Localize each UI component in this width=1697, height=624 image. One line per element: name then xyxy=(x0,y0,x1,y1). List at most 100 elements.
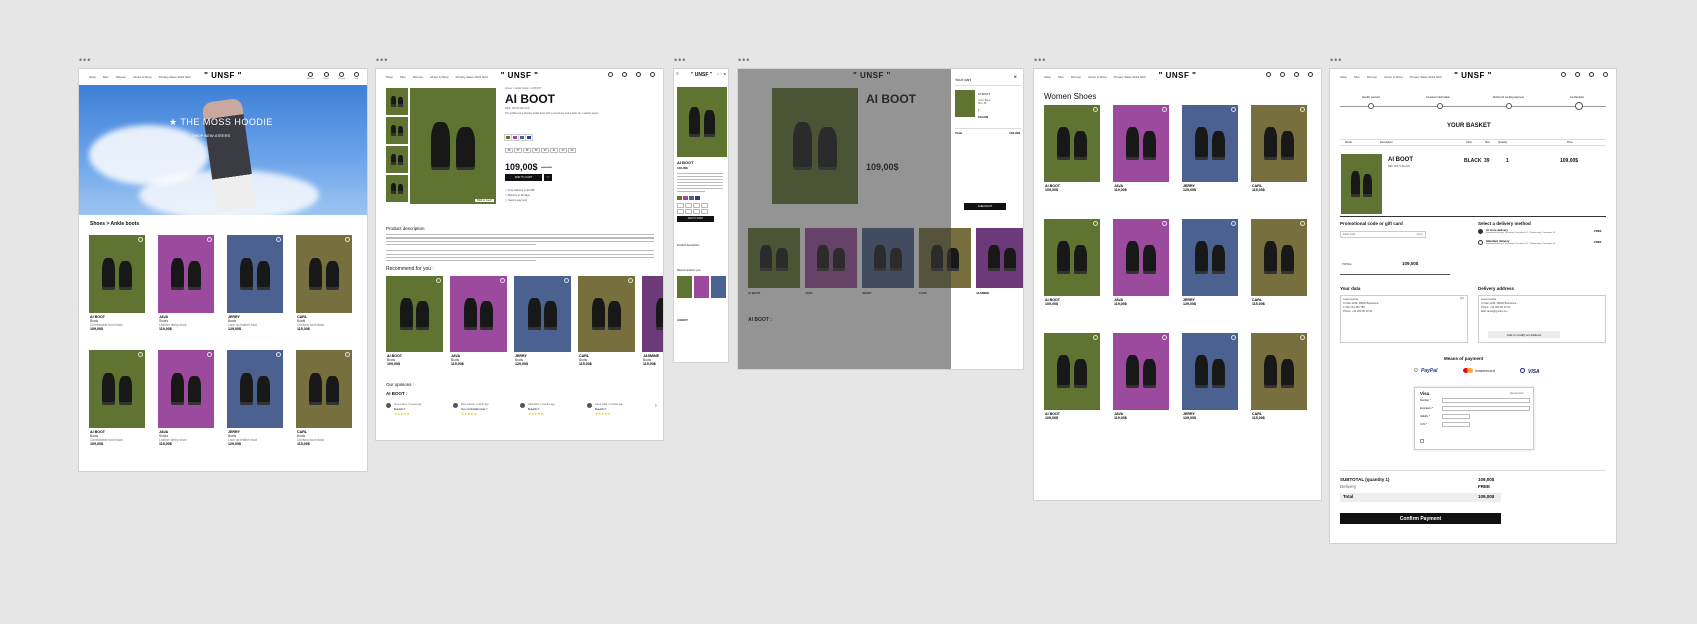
size-option[interactable] xyxy=(685,203,692,208)
product-image[interactable] xyxy=(514,276,571,352)
product-image[interactable] xyxy=(1182,105,1238,182)
product-card[interactable]: CARL Boots 115,00$ xyxy=(578,276,635,378)
heart-icon[interactable] xyxy=(1162,107,1167,112)
product-card[interactable]: JAVA 119,00$ xyxy=(1113,105,1169,208)
product-card[interactable]: AI BOOT 109,00$ xyxy=(1044,333,1100,436)
mobile-logo[interactable]: " UNSF " xyxy=(691,72,712,78)
color-swatch[interactable] xyxy=(511,134,519,141)
product-image[interactable] xyxy=(296,350,352,428)
nav-item[interactable]: About & Shop xyxy=(133,75,152,79)
heart-icon[interactable] xyxy=(138,237,143,242)
product-card[interactable]: CARL Boots Chelsea boot black 115,00$ xyxy=(296,350,352,454)
nav-item[interactable]: Privacy dates 2021 field xyxy=(1410,75,1442,79)
size-option[interactable]: 40 xyxy=(541,148,549,153)
close-icon[interactable]: × xyxy=(1013,75,1017,81)
nav-item[interactable]: Privacy dates 2021 field xyxy=(456,75,488,79)
product-image[interactable] xyxy=(1251,333,1307,410)
size-option[interactable]: 37 xyxy=(514,148,522,153)
heart-icon[interactable] xyxy=(207,237,212,242)
size-option[interactable] xyxy=(701,203,708,208)
nav-item[interactable]: Privacy dates 2021 field xyxy=(1114,75,1146,79)
pin-icon[interactable] xyxy=(1575,72,1580,78)
chevron-right-icon[interactable]: › xyxy=(655,403,657,409)
user-icon[interactable] xyxy=(608,72,613,78)
heart-icon[interactable] xyxy=(276,237,281,242)
size-option[interactable] xyxy=(701,209,708,214)
promo-apply[interactable]: Apply xyxy=(1417,233,1424,236)
nav-item[interactable]: Men xyxy=(1354,75,1360,79)
product-card[interactable]: JAVA Shoes Leather derby shoe 119,00$ xyxy=(158,350,214,454)
thumbnail[interactable] xyxy=(386,117,408,144)
product-image[interactable] xyxy=(296,235,352,313)
zoom-label[interactable]: Click to zoom xyxy=(474,199,494,202)
pin-icon[interactable] xyxy=(622,72,627,78)
nav-item[interactable]: Women xyxy=(1367,75,1377,79)
product-image[interactable] xyxy=(227,235,283,313)
nav-item[interactable]: Shop xyxy=(386,75,393,79)
user-icon[interactable] xyxy=(1266,72,1271,78)
product-card[interactable]: CARL Boots Chelsea boot black 115,00$ xyxy=(296,235,352,339)
color-swatch[interactable] xyxy=(683,196,688,200)
heart-icon[interactable] xyxy=(207,352,212,357)
heart-icon[interactable] xyxy=(1231,221,1236,226)
bag-icon[interactable] xyxy=(650,72,655,78)
heart-icon[interactable] xyxy=(636,72,641,78)
wishlist-button[interactable]: ♡ xyxy=(544,174,552,181)
heart-icon[interactable] xyxy=(1162,221,1167,226)
product-image[interactable] xyxy=(386,276,443,352)
confirm-payment-button[interactable]: Confirm Payment xyxy=(1340,513,1501,524)
size-option[interactable]: 41 xyxy=(550,148,558,153)
bag-icon[interactable] xyxy=(1308,72,1313,78)
color-swatch[interactable] xyxy=(518,134,526,141)
product-card[interactable]: JERRY 129,00$ xyxy=(1182,105,1238,208)
size-option[interactable]: 43 xyxy=(568,148,576,153)
nav-item[interactable]: Women xyxy=(1071,75,1081,79)
nav-item[interactable]: Shop xyxy=(1044,75,1051,79)
nav-item[interactable]: Privacy dates 2021 field xyxy=(159,75,191,79)
product-image[interactable] xyxy=(1182,333,1238,410)
size-option[interactable] xyxy=(685,209,692,214)
size-option[interactable] xyxy=(693,203,700,208)
visa-field-input[interactable] xyxy=(1442,414,1470,419)
mobile-rec-card[interactable] xyxy=(711,276,726,298)
heart-icon[interactable] xyxy=(500,278,505,283)
size-option[interactable]: 38 xyxy=(523,148,531,153)
product-card[interactable]: CARL 115,00$ xyxy=(1251,105,1307,208)
size-option[interactable]: 39 xyxy=(532,148,540,153)
visa-option[interactable]: VISA xyxy=(1520,368,1540,375)
heart-icon[interactable] xyxy=(1093,107,1098,112)
product-card[interactable]: JERRY Boots Lace up leather boot 129,00$ xyxy=(227,235,283,339)
heart-icon[interactable]: Wishlist xyxy=(338,72,345,80)
nav-item[interactable]: Women xyxy=(413,75,423,79)
cart-item-qty[interactable]: 1 xyxy=(978,109,979,112)
paypal-option[interactable]: PayPal xyxy=(1414,368,1437,374)
color-swatch[interactable] xyxy=(504,134,512,141)
heart-icon[interactable] xyxy=(1231,107,1236,112)
product-card[interactable]: AI BOOT 109,00$ xyxy=(1044,219,1100,322)
save-card-checkbox[interactable] xyxy=(1420,439,1424,443)
color-swatch[interactable] xyxy=(695,196,700,200)
heart-icon[interactable] xyxy=(345,237,350,242)
heart-icon[interactable] xyxy=(1300,335,1305,340)
edit-link[interactable]: Edit xyxy=(1460,297,1464,300)
product-image[interactable] xyxy=(450,276,507,352)
nav-item[interactable]: About & Shop xyxy=(1088,75,1107,79)
heart-icon[interactable] xyxy=(564,278,569,283)
pin-icon[interactable] xyxy=(1280,72,1285,78)
heart-icon[interactable] xyxy=(1294,72,1299,78)
visa-field-input[interactable] xyxy=(1442,398,1530,403)
pin-icon[interactable]: Stores xyxy=(323,72,329,80)
radio-button[interactable] xyxy=(1478,240,1483,245)
heart-icon[interactable] xyxy=(1300,107,1305,112)
bag-icon[interactable]: Bag xyxy=(354,72,359,80)
heart-icon[interactable] xyxy=(1162,335,1167,340)
hero-subtitle[interactable]: SHOP NEW ATEERS xyxy=(192,133,230,138)
bag-icon[interactable] xyxy=(1603,72,1608,78)
nav-item[interactable]: About & Shop xyxy=(430,75,449,79)
product-image[interactable] xyxy=(1113,105,1169,182)
product-card[interactable]: JERRY 129,00$ xyxy=(1182,219,1238,322)
heart-icon[interactable] xyxy=(436,278,441,283)
heart-icon[interactable] xyxy=(1093,335,1098,340)
site-logo[interactable]: " UNSF " xyxy=(1454,71,1492,80)
main-product-image[interactable]: Click to zoom xyxy=(410,88,496,204)
